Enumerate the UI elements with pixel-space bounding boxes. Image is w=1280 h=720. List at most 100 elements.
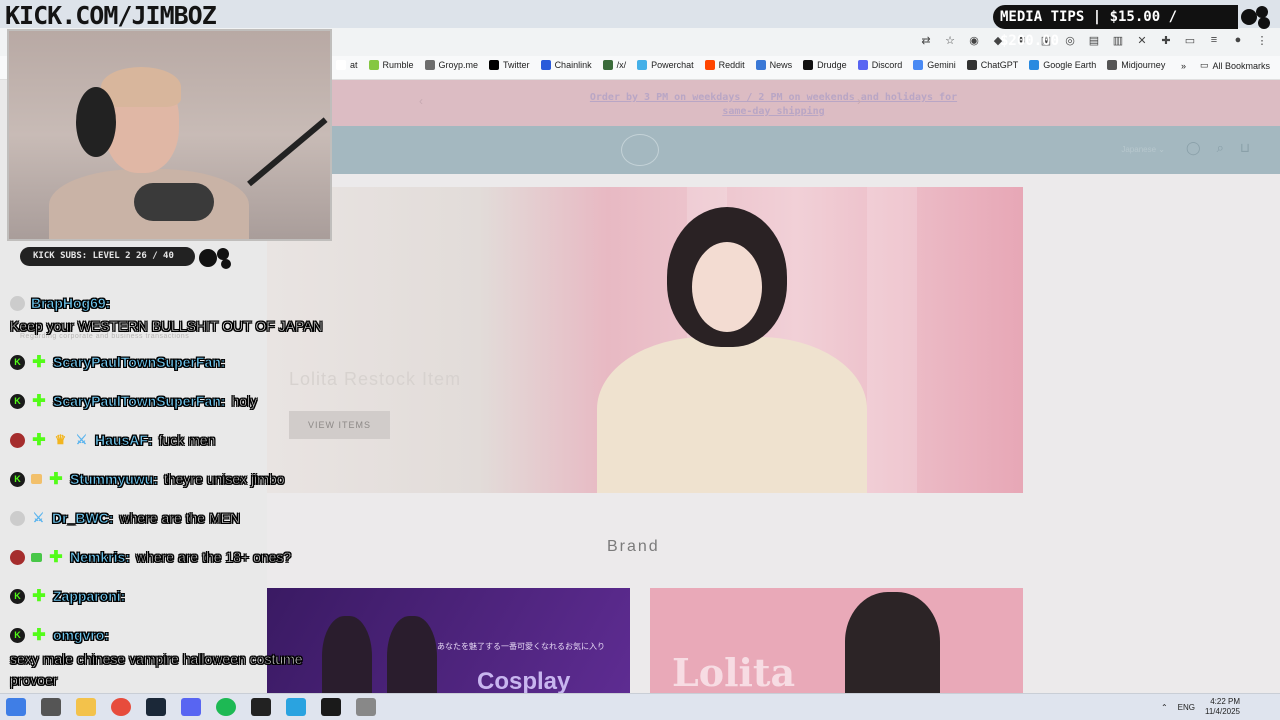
account-icon[interactable]: ◯ — [1186, 140, 1201, 156]
extension-icon[interactable]: ▥ — [1110, 32, 1126, 48]
file-explorer-icon[interactable] — [76, 698, 96, 716]
kebab-menu-icon[interactable]: ⋮ — [1254, 32, 1270, 48]
x-icon[interactable]: ✕ — [1134, 32, 1150, 48]
bookmark-item[interactable]: Drudge — [803, 60, 847, 70]
bookmark-favicon-icon — [1107, 60, 1118, 70]
bookmark-item[interactable]: Chainlink — [540, 60, 592, 70]
bookmark-favicon-icon — [424, 60, 435, 70]
chat-username[interactable]: Dr_BWC: — [52, 510, 114, 527]
bookmark-item[interactable]: ChatGPT — [966, 60, 1018, 70]
chat-username[interactable]: omgvro: — [53, 627, 110, 644]
bookmark-label: Midjourney — [1121, 60, 1166, 70]
announcement-text-1: Order by 3 PM on weekdays / 2 PM on week… — [589, 92, 958, 103]
kick-badge-icon: K — [10, 627, 25, 643]
brand-card-lolita[interactable]: Lolita — [650, 588, 1023, 693]
bookmark-favicon-icon — [966, 60, 977, 70]
kick-badge-icon: K — [10, 588, 25, 604]
view-items-button[interactable]: VIEW ITEMS — [289, 411, 390, 439]
extension-icon[interactable]: ▤ — [1086, 32, 1102, 48]
chevron-right-icon[interactable]: › — [857, 94, 861, 108]
cast-icon[interactable]: ▭ — [1182, 32, 1198, 48]
spotify-icon[interactable] — [216, 698, 236, 716]
chat-message: Keep your WESTERN BULLSHIT OUT OF JAPAN — [10, 318, 323, 335]
bookmark-item[interactable]: Powerchat — [637, 60, 694, 70]
bookmark-item[interactable]: Google Earth — [1029, 60, 1096, 70]
lolita-model — [845, 592, 940, 693]
bookmark-item[interactable]: Discord — [857, 60, 902, 70]
bookmark-item[interactable]: /x/ — [602, 60, 626, 70]
bar-badge-icon — [31, 474, 42, 484]
start-icon[interactable] — [6, 698, 26, 716]
cosplay-label: Cosplay — [477, 668, 571, 693]
webcam-feed — [7, 29, 332, 241]
telegram-icon[interactable] — [286, 698, 306, 716]
sword-badge-icon: ⚔ — [32, 510, 45, 525]
bookmark-item[interactable]: News — [755, 60, 792, 70]
steam-icon[interactable] — [146, 698, 166, 716]
bookmark-item[interactable]: Gemini — [913, 60, 956, 70]
chat-username[interactable]: Stummyuwu: — [70, 471, 158, 488]
all-bookmarks-label: All Bookmarks — [1212, 60, 1270, 71]
bookmarks-right: » ▭ All Bookmarks — [1181, 60, 1270, 71]
cart-icon[interactable]: ⊔ — [1240, 140, 1250, 156]
bookmark-favicon-icon — [368, 60, 379, 70]
bookmark-item[interactable]: Groyp.me — [424, 60, 478, 70]
chat-message: K ✚ Stummyuwu: theyre unisex jimbo — [10, 471, 285, 488]
kick-badge-icon: K — [10, 471, 25, 487]
chevron-left-icon[interactable]: ‹ — [419, 94, 423, 108]
clock[interactable]: 4:22 PM 11/4/2025 — [1205, 697, 1240, 717]
bookmark-label: Reddit — [718, 60, 745, 70]
chat-text: Keep your WESTERN BULLSHIT OUT OF JAPAN — [10, 318, 323, 335]
language-label: Japanese — [1121, 145, 1157, 154]
bookmark-item[interactable]: Reddit — [704, 60, 745, 70]
tray-chevron-icon[interactable]: ⌃ — [1161, 703, 1168, 712]
chat-text: fuck men — [158, 432, 216, 449]
chat-message: K ✚ Zapparoni: — [10, 588, 126, 605]
discord-icon[interactable] — [181, 698, 201, 716]
more-bookmarks-icon[interactable]: » — [1181, 61, 1186, 71]
language-indicator[interactable]: ENG — [1178, 703, 1195, 712]
streamer-hair — [101, 67, 181, 107]
chat-text: where are the MEN — [119, 510, 241, 527]
plus-badge-icon: ✚ — [49, 549, 63, 566]
bookmark-item[interactable]: Midjourney — [1107, 60, 1165, 70]
plus-badge-icon: ✚ — [32, 627, 46, 644]
screen: ⇄ ☆ ◉ ◆ ■ ▣ ◎ ▤ ▥ ✕ ✚ ▭ ≡ ● ⋮ at Rumble Gr… — [0, 0, 1280, 720]
chat-message: ⚔ Dr_BWC: where are the MEN — [10, 510, 240, 526]
all-bookmarks[interactable]: ▭ All Bookmarks — [1200, 60, 1270, 71]
chat-username[interactable]: ScaryPaulTownSuperFan: — [53, 393, 226, 410]
shop-logo[interactable] — [621, 134, 659, 166]
puzzle-icon[interactable]: ✚ — [1158, 32, 1174, 48]
app-icon[interactable] — [356, 698, 376, 716]
media-tips-banner: MEDIA TIPS | $15.00 / $200.00 — [993, 5, 1238, 49]
extension-icon[interactable]: ◎ — [1062, 32, 1078, 48]
chrome-icon[interactable] — [111, 698, 131, 716]
announcement-link[interactable]: Order by 3 PM on weekdays / 2 PM on week… — [584, 91, 964, 119]
profile-icon[interactable]: ● — [1230, 32, 1246, 48]
app-icon[interactable] — [321, 698, 341, 716]
bookmark-label: Chainlink — [554, 60, 592, 70]
bookmark-item[interactable]: Twitter — [489, 60, 530, 70]
bookmark-item[interactable]: Rumble — [368, 60, 414, 70]
chat-message: ✚ Nemkris: where are the 18+ ones? — [10, 549, 292, 566]
bookmark-favicon-icon — [637, 60, 648, 70]
brand-card-cosplay[interactable]: あなたを魅了する一番可愛くなれるお気に入り Cosplay — [267, 588, 630, 693]
plus-badge-icon: ✚ — [32, 588, 46, 605]
chat-username[interactable]: BrapHog69: — [31, 295, 111, 312]
kick-badge-icon: K — [10, 393, 25, 409]
bookmark-item[interactable]: at — [336, 60, 358, 70]
chat-username[interactable]: Nemkris: — [70, 549, 131, 566]
translate-icon[interactable]: ⇄ — [918, 32, 934, 48]
obs-icon[interactable] — [251, 698, 271, 716]
search-icon[interactable]: ⌕ — [1217, 140, 1224, 156]
language-selector[interactable]: Japanese ⌄ — [1121, 145, 1165, 154]
menu-icon[interactable]: ≡ — [1206, 32, 1222, 48]
chat-username[interactable]: Zapparoni: — [53, 588, 126, 605]
extension-icon[interactable]: ◉ — [966, 32, 982, 48]
task-view-icon[interactable] — [41, 698, 61, 716]
bookmark-favicon-icon — [336, 60, 346, 70]
chat-username[interactable]: ScaryPaulTownSuperFan: — [53, 354, 226, 371]
bookmark-star-icon[interactable]: ☆ — [942, 32, 958, 48]
bookmark-favicon-icon — [913, 60, 924, 70]
chat-username[interactable]: HausAF: — [95, 432, 153, 449]
